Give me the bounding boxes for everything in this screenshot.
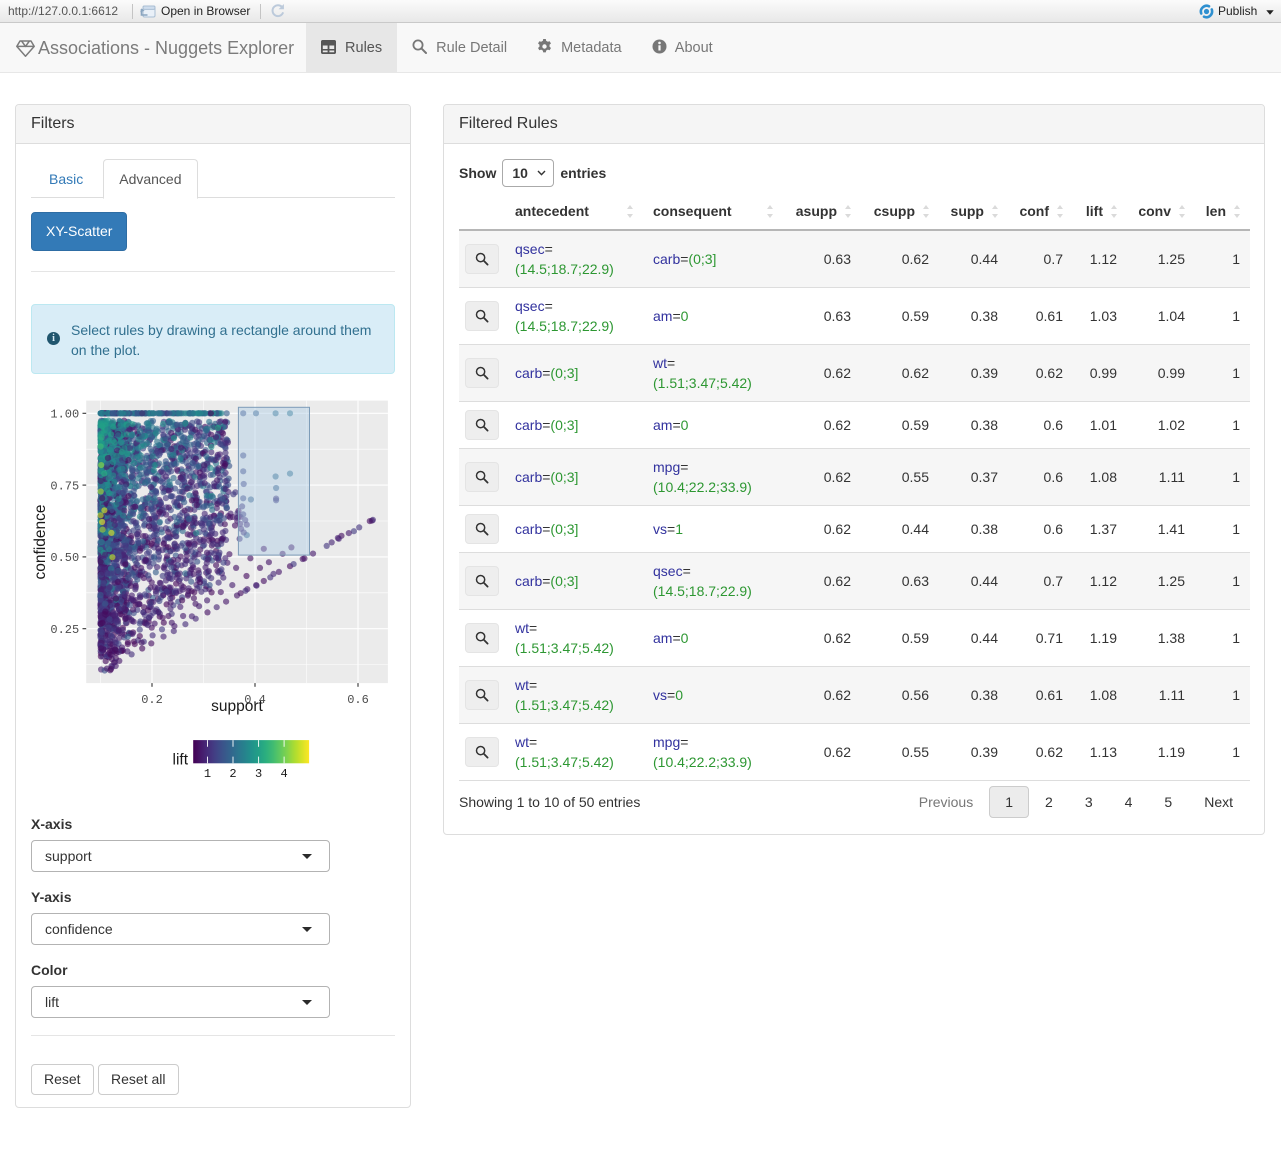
svg-text:lift: lift <box>173 752 189 769</box>
svg-text:1: 1 <box>204 767 211 781</box>
svg-text:0.25: 0.25 <box>50 623 79 637</box>
svg-text:0.6: 0.6 <box>347 693 369 707</box>
svg-text:0.75: 0.75 <box>50 479 79 493</box>
svg-text:support: support <box>211 698 263 715</box>
svg-text:confidence: confidence <box>32 505 49 580</box>
svg-text:1.00: 1.00 <box>50 408 79 422</box>
svg-text:0.50: 0.50 <box>50 551 79 565</box>
svg-text:3: 3 <box>255 767 262 781</box>
svg-text:4: 4 <box>280 767 287 781</box>
svg-text:0.2: 0.2 <box>141 693 163 707</box>
svg-text:2: 2 <box>229 767 236 781</box>
